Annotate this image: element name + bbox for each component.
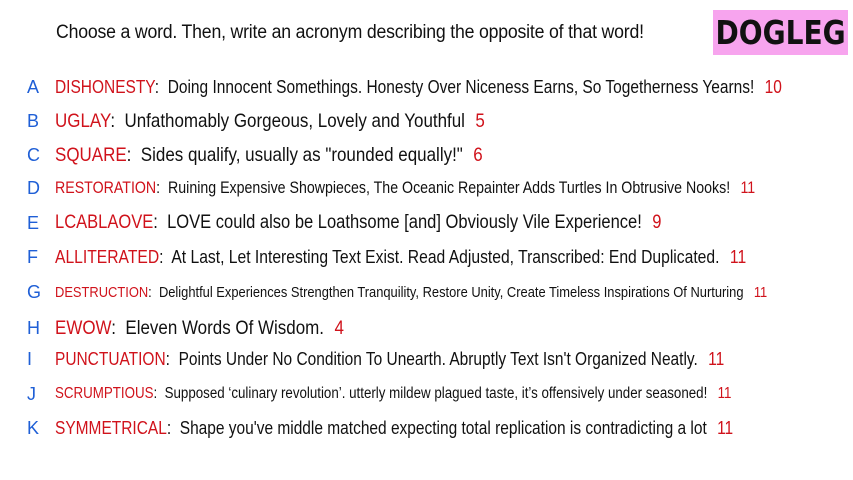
entry-row: J SCRUMPTIOUS: Supposed ‘culinary revolut… xyxy=(0,379,853,409)
entry-letter: E xyxy=(27,212,40,233)
entry-word-count: 5 xyxy=(475,109,485,132)
entry-letter: C xyxy=(27,144,40,165)
entry-word: SCRUMPTIOUS xyxy=(55,385,154,402)
entry-definition: Eleven Words Of Wisdom. xyxy=(125,316,325,339)
entry-word-count: 11 xyxy=(740,178,756,197)
entry-row: H EWOW: Eleven Words Of Wisdom. 4 xyxy=(0,313,853,343)
entry-line: SCRUMPTIOUS: Supposed ‘culinary revoluti… xyxy=(55,385,731,403)
entry-definition: Unfathomably Gorgeous, Lovely and Youthf… xyxy=(124,109,465,132)
entry-colon: : xyxy=(153,385,165,402)
entry-line: DISHONESTY: Doing Innocent Somethings. H… xyxy=(55,77,782,98)
entry-word-count: 11 xyxy=(729,246,747,267)
entry-word-count: 11 xyxy=(717,385,732,402)
entry-definition: Supposed ‘culinary revolution’. utterly … xyxy=(164,385,708,402)
entry-definition: At Last, Let Interesting Text Exist. Rea… xyxy=(171,246,720,267)
entry-row: F ALLITERATED: At Last, Let Interesting T… xyxy=(0,242,853,272)
entry-letter: G xyxy=(27,281,42,302)
entry-letter: A xyxy=(27,76,40,97)
entry-line: ALLITERATED: At Last, Let Interesting Te… xyxy=(55,247,746,268)
entry-word: DESTRUCTION xyxy=(55,283,149,301)
entry-definition: Points Under No Condition To Unearth. Ab… xyxy=(178,348,698,369)
entry-word: RESTORATION xyxy=(55,178,157,197)
entry-definition: Sides qualify, usually as "rounded equal… xyxy=(140,143,463,166)
entry-word: LCABLAOVE xyxy=(55,212,154,233)
entry-word-count: 6 xyxy=(473,143,483,166)
entry-colon: : xyxy=(154,76,168,97)
entry-word-count: 11 xyxy=(708,348,725,369)
entry-row: A DISHONESTY: Doing Innocent Somethings. … xyxy=(0,72,853,102)
entry-colon: : xyxy=(126,143,141,166)
entry-colon: : xyxy=(165,348,179,369)
entry-definition: Delightful Experiences Strengthen Tranqu… xyxy=(158,283,744,301)
entry-line: LCABLAOVE: LOVE could also be Loathsome … xyxy=(55,212,661,234)
entry-line: UGLAY: Unfathomably Gorgeous, Lovely and… xyxy=(55,110,485,133)
entry-definition: LOVE could also be Loathsome [and] Obvio… xyxy=(167,212,642,233)
entry-row: C SQUARE: Sides qualify, usually as "roun… xyxy=(0,140,853,170)
entry-colon: : xyxy=(159,246,172,267)
entry-line: SYMMETRICAL: Shape you've middle matched… xyxy=(55,418,733,439)
entry-letter: B xyxy=(27,110,40,131)
entry-line: SQUARE: Sides qualify, usually as "round… xyxy=(55,144,483,167)
entry-definition: Doing Innocent Somethings. Honesty Over … xyxy=(167,76,755,97)
entry-word-count: 11 xyxy=(717,417,734,438)
entry-colon: : xyxy=(111,316,126,339)
entry-row: B UGLAY: Unfathomably Gorgeous, Lovely an… xyxy=(0,106,853,136)
entry-colon: : xyxy=(166,417,180,438)
entry-word: EWOW xyxy=(55,316,112,339)
entry-line: PUNCTUATION: Points Under No Condition T… xyxy=(55,349,724,370)
entry-letter: H xyxy=(27,317,40,338)
entry-colon: : xyxy=(153,212,168,233)
entry-definition: Ruining Expensive Showpieces, The Oceani… xyxy=(168,178,731,197)
dogleg-logo: DOGLEG xyxy=(713,10,848,55)
entry-row: D RESTORATION: Ruining Expensive Showpiec… xyxy=(0,173,853,203)
entry-row: G DESTRUCTION: Delightful Experiences Str… xyxy=(0,277,853,307)
entry-line: EWOW: Eleven Words Of Wisdom. 4 xyxy=(55,317,344,340)
entry-word: PUNCTUATION xyxy=(55,348,166,369)
entry-letter: K xyxy=(27,417,40,438)
entry-definition: Shape you've middle matched expecting to… xyxy=(179,417,707,438)
entry-word-count: 11 xyxy=(753,283,768,301)
entry-word: ALLITERATED xyxy=(55,246,160,267)
entry-word: DISHONESTY xyxy=(55,76,155,97)
entry-letter: I xyxy=(27,348,33,369)
entry-colon: : xyxy=(156,178,169,197)
entry-row: I PUNCTUATION: Points Under No Condition … xyxy=(0,344,853,374)
entry-letter: F xyxy=(27,246,38,267)
entry-line: DESTRUCTION: Delightful Experiences Stre… xyxy=(55,284,767,301)
prompt-text: Choose a word. Then, write an acronym de… xyxy=(56,22,644,43)
logo-text: DOGLEG xyxy=(715,13,846,52)
entry-word: SQUARE xyxy=(55,143,127,166)
entry-row: K SYMMETRICAL: Shape you've middle matche… xyxy=(0,413,853,443)
entry-colon: : xyxy=(148,283,159,301)
entry-word-count: 4 xyxy=(334,316,344,339)
entry-word: UGLAY xyxy=(55,109,111,132)
entry-letter: J xyxy=(27,383,36,404)
entry-letter: D xyxy=(27,177,40,198)
entry-word-count: 9 xyxy=(652,212,662,233)
entry-line: RESTORATION: Ruining Expensive Showpiece… xyxy=(55,179,755,198)
entry-row: E LCABLAOVE: LOVE could also be Loathsome… xyxy=(0,208,853,238)
entry-word-count: 10 xyxy=(764,76,782,97)
entry-word: SYMMETRICAL xyxy=(55,417,167,438)
entry-colon: : xyxy=(110,109,125,132)
